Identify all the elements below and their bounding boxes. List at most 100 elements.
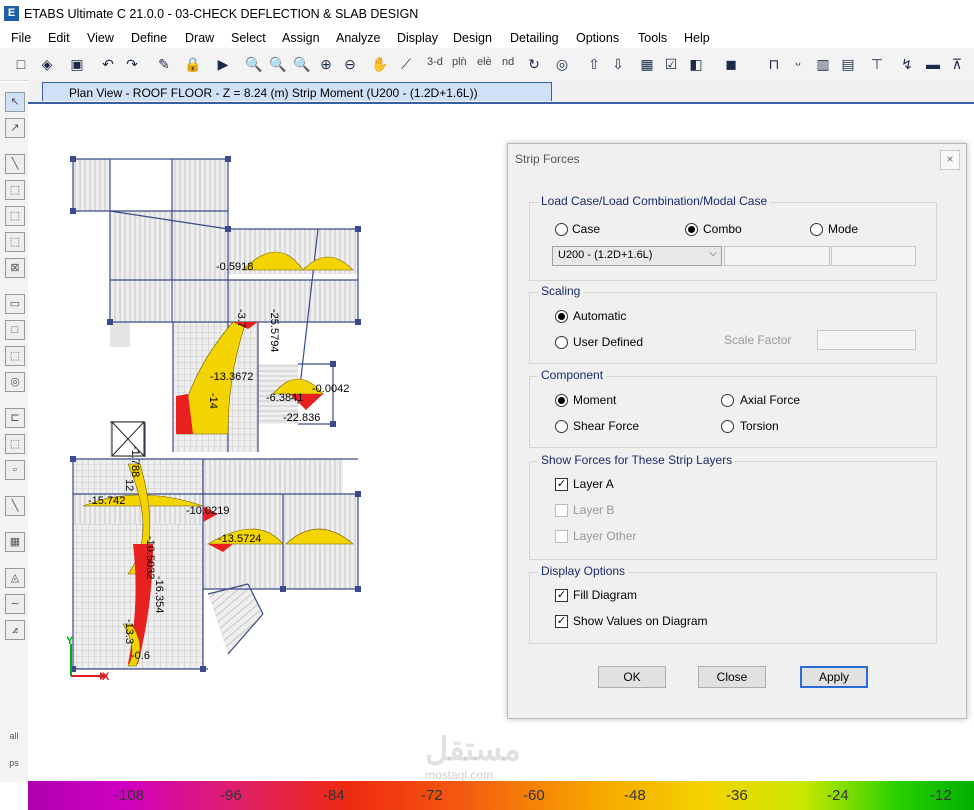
draw-wall-stack-icon[interactable]: ⬚ bbox=[5, 434, 25, 454]
apply-button[interactable]: Apply bbox=[800, 666, 868, 688]
dialog-close-button[interactable]: × bbox=[940, 150, 960, 170]
pencil-icon[interactable]: ✎ bbox=[153, 53, 175, 75]
draw-dimension-icon[interactable]: ◬ bbox=[5, 568, 25, 588]
menu-detailing[interactable]: Detailing bbox=[510, 31, 559, 45]
draw-strip-icon[interactable]: ⦨ bbox=[5, 620, 25, 640]
axial-force-radio[interactable] bbox=[721, 394, 734, 407]
fill-diagram-checkbox[interactable]: ✓ bbox=[555, 589, 568, 602]
menu-analyze[interactable]: Analyze bbox=[336, 31, 380, 45]
open-icon[interactable]: ◈ bbox=[36, 53, 58, 75]
automatic-radio[interactable] bbox=[555, 310, 568, 323]
draw-tendon-icon[interactable]: ∼ bbox=[5, 594, 25, 614]
pan-icon[interactable]: ✋ bbox=[369, 53, 391, 75]
box-display-icon[interactable]: ◼ bbox=[720, 53, 742, 75]
scaling-group: Scaling Automatic User Defined Scale Fac… bbox=[529, 284, 937, 364]
moment-radio[interactable] bbox=[555, 394, 568, 407]
menu-help[interactable]: Help bbox=[684, 31, 710, 45]
elevation-view-button[interactable]: elѐ bbox=[477, 56, 492, 68]
main-toolbar: □ ◈ ▣ ↶ ↷ ✎ 🔒 ▶ 🔍 🔍 🔍 ⊕ ⊖ ✋ ⟋ 3-d plǹ el… bbox=[0, 48, 974, 81]
undo-icon[interactable]: ↶ bbox=[97, 53, 119, 75]
menu-tools[interactable]: Tools bbox=[638, 31, 667, 45]
tab-plan-view[interactable]: Plan View - ROOF FLOOR - Z = 8.24 (m) St… bbox=[42, 82, 552, 101]
wall-icon[interactable]: ⊼ bbox=[946, 53, 968, 75]
zoom-in-icon[interactable]: ⊕ bbox=[315, 53, 337, 75]
run-icon[interactable]: ▶ bbox=[212, 53, 234, 75]
draw-floor-icon[interactable]: ▭ bbox=[5, 294, 25, 314]
combo-select[interactable]: U200 - (1.2D+1.6L) ⌵ bbox=[552, 246, 722, 266]
menu-select[interactable]: Select bbox=[231, 31, 266, 45]
draw-grid-icon[interactable]: ⬚ bbox=[5, 180, 25, 200]
set-display-icon[interactable]: ☑ bbox=[660, 53, 682, 75]
rubber-band-icon[interactable]: ⟋ bbox=[395, 53, 417, 75]
mode-radio[interactable] bbox=[810, 223, 823, 236]
shear-force-radio[interactable] bbox=[555, 420, 568, 433]
strip-layers-group: Show Forces for These Strip Layers ✓ Lay… bbox=[529, 453, 937, 560]
select-all-icon[interactable]: all bbox=[5, 727, 23, 745]
draw-link-icon[interactable]: ╲ bbox=[5, 496, 25, 516]
lock-icon[interactable]: 🔒 bbox=[182, 53, 204, 75]
move-up-icon[interactable]: ⇧ bbox=[583, 53, 605, 75]
torsion-radio[interactable] bbox=[721, 420, 734, 433]
shell-force-icon[interactable]: ▤ bbox=[837, 53, 859, 75]
frame-icon[interactable]: ⊓ bbox=[763, 53, 785, 75]
layer-a-checkbox[interactable]: ✓ bbox=[555, 478, 568, 491]
plan-view-button[interactable]: plǹ bbox=[452, 56, 467, 68]
menu-display[interactable]: Display bbox=[397, 31, 438, 45]
force-diagram-icon[interactable]: ▥ bbox=[812, 53, 834, 75]
draw-wall-icon[interactable]: ⊏ bbox=[5, 408, 25, 428]
case-radio[interactable] bbox=[555, 223, 568, 236]
menu-options[interactable]: Options bbox=[576, 31, 619, 45]
menu-assign[interactable]: Assign bbox=[282, 31, 320, 45]
object-shrink-icon[interactable]: ▦ bbox=[636, 53, 658, 75]
draw-table-icon[interactable]: ▦ bbox=[5, 532, 25, 552]
draw-rect-icon[interactable]: □ bbox=[5, 320, 25, 340]
draw-brace-icon[interactable]: ⬚ bbox=[5, 232, 25, 252]
new-model-icon[interactable]: □ bbox=[10, 53, 32, 75]
reshape-icon[interactable]: ↗ bbox=[5, 118, 25, 138]
shear-force-radio-label: Shear Force bbox=[573, 419, 640, 433]
set-view-icon[interactable]: ◧ bbox=[685, 53, 707, 75]
close-button[interactable]: Close bbox=[698, 666, 766, 688]
value-label: -16.354 bbox=[153, 576, 165, 613]
redo-icon[interactable]: ↷ bbox=[121, 53, 143, 75]
draw-panel-icon[interactable]: ▫ bbox=[5, 460, 25, 480]
value-label: -0.0042 bbox=[312, 383, 349, 395]
zoom-out-icon[interactable]: ⊖ bbox=[339, 53, 361, 75]
value-label: -13.5724 bbox=[218, 533, 261, 545]
select-pointer-icon[interactable]: ↖ bbox=[5, 92, 25, 112]
scale-factor-input[interactable] bbox=[817, 330, 916, 350]
perspective-icon[interactable]: ◎ bbox=[551, 53, 573, 75]
zoom-full-icon[interactable]: 🔍 bbox=[291, 53, 313, 75]
nd-view-button[interactable]: nd bbox=[502, 56, 514, 68]
menu-define[interactable]: Define bbox=[131, 31, 167, 45]
move-down-icon[interactable]: ⇩ bbox=[607, 53, 629, 75]
deformed-icon[interactable]: ᵕ bbox=[787, 53, 809, 75]
joint-icon[interactable]: ↯ bbox=[896, 53, 918, 75]
component-group-label: Component bbox=[538, 368, 607, 382]
zoom-restore-icon[interactable]: 🔍 bbox=[267, 53, 289, 75]
draw-cross-icon[interactable]: ⊠ bbox=[5, 258, 25, 278]
menu-draw[interactable]: Draw bbox=[185, 31, 214, 45]
draw-beam-icon[interactable]: ╲ bbox=[5, 154, 25, 174]
draw-point-icon[interactable]: ◎ bbox=[5, 372, 25, 392]
rotate-icon[interactable]: ↻ bbox=[523, 53, 545, 75]
menu-file[interactable]: File bbox=[11, 31, 31, 45]
value-label: -13.3 bbox=[123, 619, 135, 644]
select-previous-icon[interactable]: ps bbox=[5, 754, 23, 772]
user-defined-radio[interactable] bbox=[555, 336, 568, 349]
draw-column-icon[interactable]: ⬚ bbox=[5, 206, 25, 226]
menu-design[interactable]: Design bbox=[453, 31, 492, 45]
combo-radio[interactable] bbox=[685, 223, 698, 236]
legend-label: -48 bbox=[624, 787, 646, 804]
show-values-checkbox[interactable]: ✓ bbox=[555, 615, 568, 628]
frame-design-icon[interactable]: ⊤ bbox=[866, 53, 888, 75]
slab-icon[interactable]: ▬ bbox=[922, 53, 944, 75]
menu-view[interactable]: View bbox=[87, 31, 114, 45]
ok-button[interactable]: OK bbox=[598, 666, 666, 688]
save-icon[interactable]: ▣ bbox=[66, 53, 88, 75]
dialog-title: Strip Forces bbox=[515, 152, 580, 166]
draw-opening-icon[interactable]: ⬚ bbox=[5, 346, 25, 366]
view-3d-button[interactable]: 3-d bbox=[427, 56, 443, 68]
menu-edit[interactable]: Edit bbox=[48, 31, 70, 45]
zoom-window-icon[interactable]: 🔍 bbox=[243, 53, 265, 75]
